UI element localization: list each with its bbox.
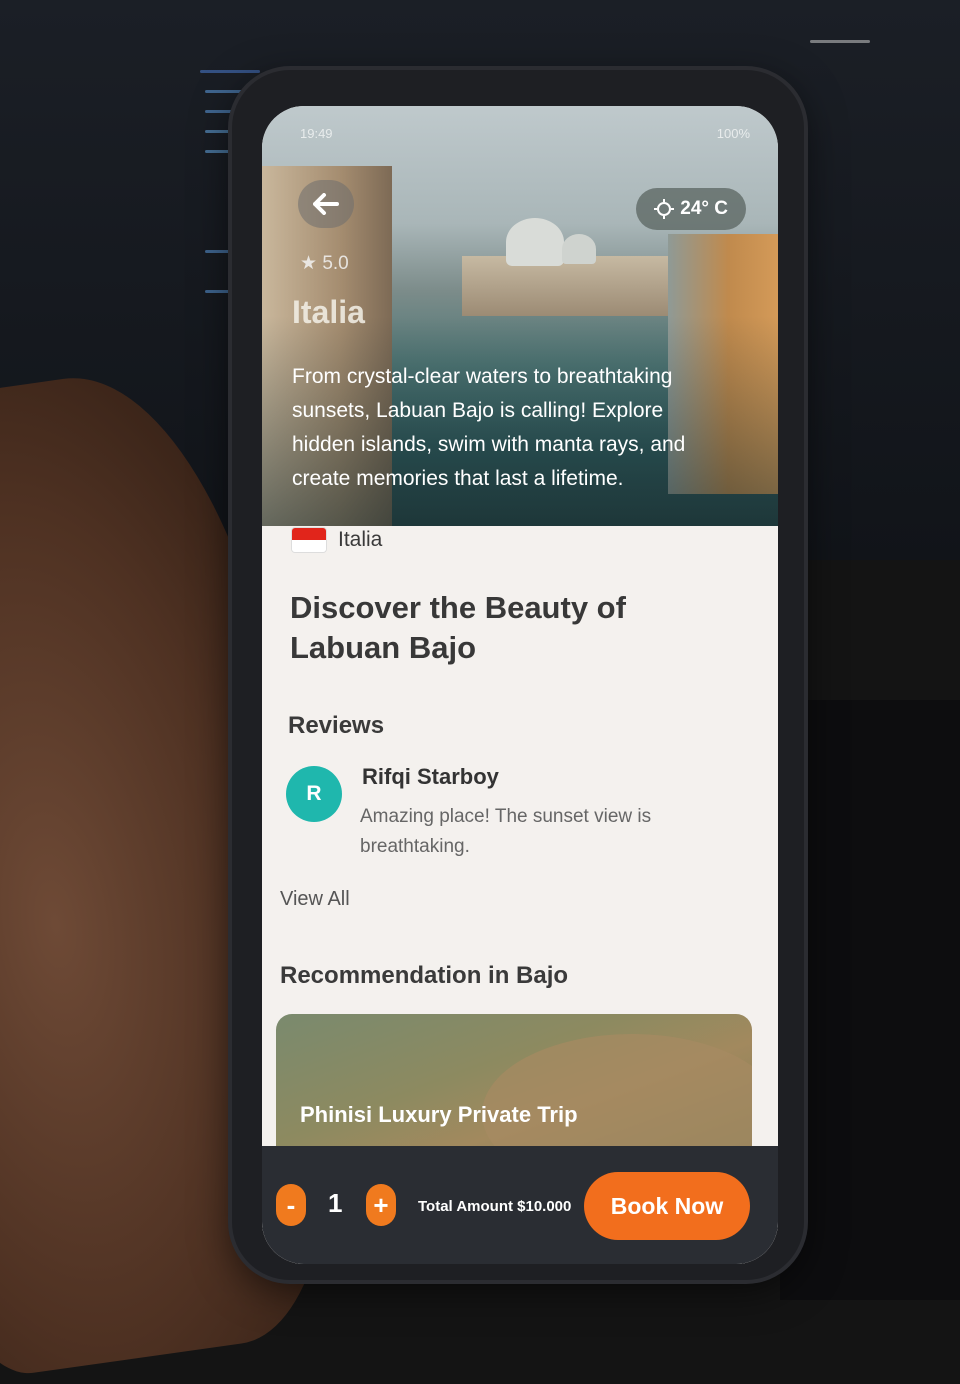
code-line — [205, 110, 235, 113]
recommendation-title: Phinisi Luxury Private Trip — [300, 1102, 578, 1127]
recommendation-card[interactable]: Phinisi Luxury Private Trip — [276, 1014, 752, 1164]
increase-button[interactable]: + — [366, 1184, 396, 1226]
status-battery: 100% — [716, 126, 750, 141]
country-label: Italia — [338, 528, 383, 551]
hero-image: 19:49 100% 24° C ★ 5.0 Italia From cryst… — [262, 106, 778, 526]
sun-icon — [654, 199, 675, 219]
country-row: Italia — [292, 528, 382, 552]
code-line — [205, 250, 235, 253]
hero-dome — [506, 218, 564, 266]
card-image — [482, 1034, 752, 1164]
code-line — [810, 40, 870, 43]
weather-chip: 24° C — [636, 188, 746, 230]
review-text: Amazing place! The sunset view is breath… — [360, 806, 652, 857]
hero-description: From crystal-clear waters to breathtakin… — [292, 365, 686, 490]
background-keyboard — [780, 700, 960, 1300]
book-now-button[interactable]: Book Now — [584, 1172, 750, 1240]
booking-bar: - 1 + Total Amount $10.000 Book Now — [262, 1146, 778, 1264]
reviews-heading: Reviews — [288, 712, 385, 739]
flag-icon — [292, 528, 326, 552]
code-line — [200, 70, 260, 73]
quantity-value: 1 — [328, 1188, 343, 1218]
hero-title: Italia — [292, 294, 365, 330]
code-line — [205, 150, 233, 153]
total-amount: Total Amount $10.000 — [418, 1198, 572, 1215]
hero-skyline — [462, 256, 682, 316]
app-screen: 19:49 100% 24° C ★ 5.0 Italia From cryst… — [262, 106, 778, 1264]
star-icon: ★ — [300, 253, 318, 274]
avatar: R — [286, 766, 342, 822]
page-title: Discover the Beauty of Labuan Bajo — [290, 590, 626, 665]
code-line — [205, 90, 245, 93]
decrease-button[interactable]: - — [276, 1184, 306, 1226]
review-item: R Rifqi Starboy Amazing place! The sunse… — [286, 762, 746, 872]
status-time: 19:49 — [300, 126, 333, 141]
rating-value: 5.0 — [322, 253, 349, 274]
back-button[interactable] — [298, 180, 354, 228]
view-all-link[interactable]: View All — [280, 888, 350, 911]
recommendation-heading: Recommendation in Bajo — [280, 962, 569, 989]
code-line — [205, 290, 235, 293]
reviewer-name: Rifqi Starboy — [362, 764, 499, 789]
arrow-left-icon — [313, 193, 339, 215]
hero-dome-small — [562, 234, 596, 264]
status-bar: 19:49 100% — [300, 126, 750, 146]
rating: ★ 5.0 — [300, 252, 349, 275]
weather-value: 24° C — [680, 198, 728, 219]
